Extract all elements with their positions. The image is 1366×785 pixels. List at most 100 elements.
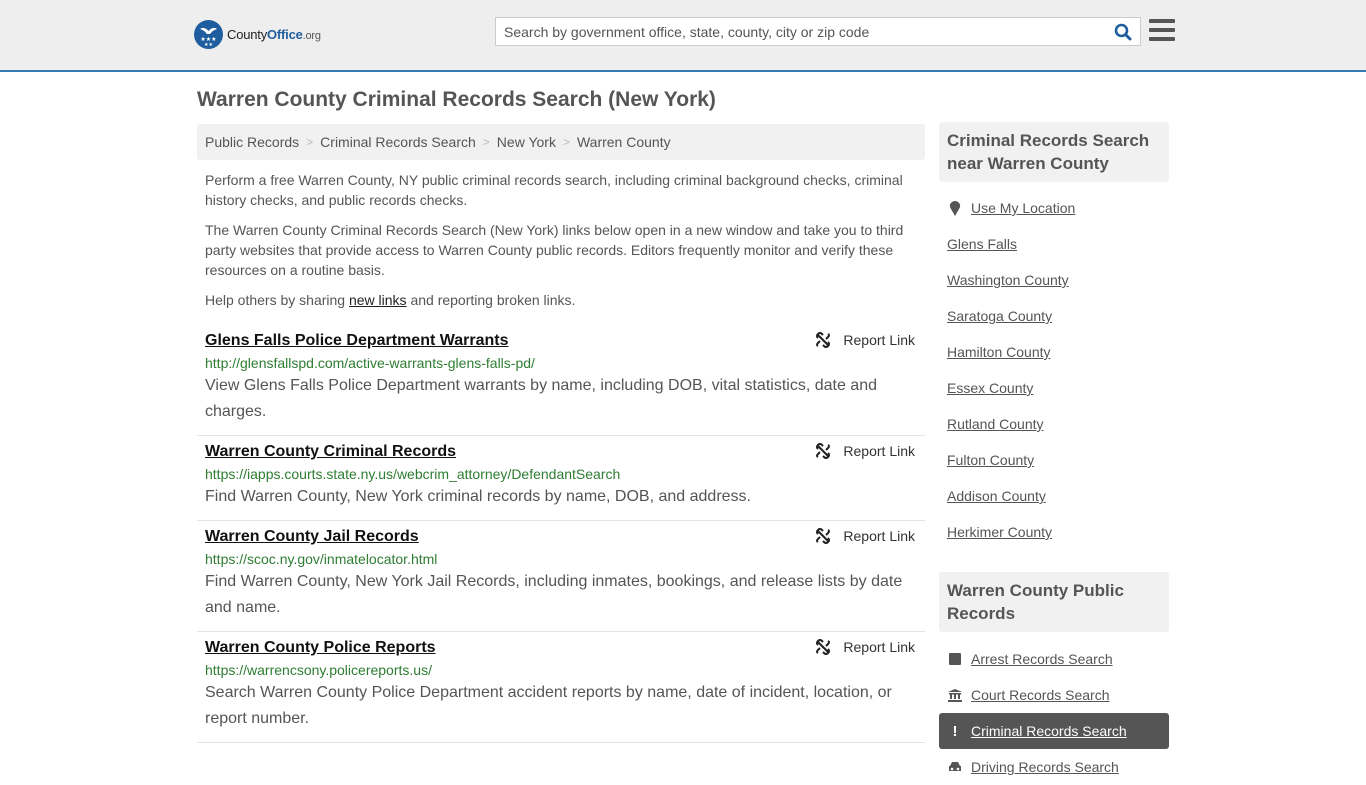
report-link-button[interactable]: Report Link xyxy=(815,443,915,459)
result-url: http://glensfallspd.com/active-warrants-… xyxy=(205,355,535,371)
map-pin-icon xyxy=(947,200,963,216)
nearby-link-essex-county[interactable]: Essex County xyxy=(947,380,1033,396)
search-bar xyxy=(495,17,1141,46)
broken-link-icon xyxy=(816,528,831,544)
menu-bar xyxy=(1149,37,1175,41)
report-link-label: Report Link xyxy=(843,332,915,348)
menu-bar xyxy=(1149,19,1175,23)
results-list: Glens Falls Police Department Warrants R… xyxy=(197,325,925,743)
nearby-link-addison-county[interactable]: Addison County xyxy=(947,488,1046,504)
nearby-link-saratoga-county[interactable]: Saratoga County xyxy=(947,308,1052,324)
nearby-item[interactable]: Rutland County xyxy=(939,406,1169,442)
courthouse-icon xyxy=(947,688,963,702)
result-description: Find Warren County, New York Jail Record… xyxy=(205,573,903,616)
result-item: Warren County Criminal Records Report Li… xyxy=(197,436,925,521)
nearby-link-fulton-county[interactable]: Fulton County xyxy=(947,452,1034,468)
breadcrumb-new-york[interactable]: New York xyxy=(497,134,556,150)
sidebar-public-records-heading: Warren County Public Records xyxy=(939,572,1169,632)
menu-bar xyxy=(1149,28,1175,32)
intro-paragraph-3: Help others by sharing new links and rep… xyxy=(205,290,920,310)
nearby-item[interactable]: Washington County xyxy=(939,262,1169,298)
nearby-link-hamilton-county[interactable]: Hamilton County xyxy=(947,344,1051,360)
result-item: Warren County Jail Records Report Link h… xyxy=(197,521,925,632)
criminal-records-link[interactable]: Criminal Records Search xyxy=(971,723,1127,739)
report-link-button[interactable]: Report Link xyxy=(815,528,915,544)
logo-text-county: County xyxy=(227,27,267,42)
search-button[interactable] xyxy=(1106,18,1140,45)
hamburger-menu-icon[interactable] xyxy=(1149,19,1175,41)
result-url: https://warrencsony.policereports.us/ xyxy=(205,662,432,678)
breadcrumb-criminal-records-search[interactable]: Criminal Records Search xyxy=(320,134,476,150)
report-link-label: Report Link xyxy=(843,639,915,655)
breadcrumb-separator: > xyxy=(562,135,570,149)
arrest-records-link[interactable]: Arrest Records Search xyxy=(971,651,1113,667)
nearby-item[interactable]: Saratoga County xyxy=(939,298,1169,334)
broken-link-icon xyxy=(816,639,831,655)
sidebar-nearby-heading: Criminal Records Search near Warren Coun… xyxy=(939,122,1169,182)
intro-text: Perform a free Warren County, NY public … xyxy=(205,170,920,320)
eagle-stars-logo-icon: ★★★ ★★ xyxy=(194,20,223,49)
search-input[interactable] xyxy=(496,18,1106,45)
report-link-label: Report Link xyxy=(843,443,915,459)
site-header: ★★★ ★★ CountyOffice.org xyxy=(0,0,1366,72)
nearby-item[interactable]: Herkimer County xyxy=(939,514,1169,550)
sidebar-nearby: Criminal Records Search near Warren Coun… xyxy=(939,122,1169,550)
result-title-link[interactable]: Warren County Police Reports xyxy=(205,638,436,658)
use-my-location-link[interactable]: Use My Location xyxy=(971,200,1075,216)
breadcrumb-separator: > xyxy=(482,135,490,149)
nearby-link-herkimer-county[interactable]: Herkimer County xyxy=(947,524,1052,540)
result-description: Find Warren County, New York criminal re… xyxy=(205,488,751,505)
logo-text-office: Office xyxy=(267,27,303,42)
result-item: Warren County Police Reports Report Link… xyxy=(197,632,925,743)
intro-text-part: and reporting broken links. xyxy=(406,292,576,308)
square-icon xyxy=(947,653,963,665)
intro-text-part: Help others by sharing xyxy=(205,292,349,308)
page-title: Warren County Criminal Records Search (N… xyxy=(197,88,716,111)
logo-wordmark: CountyOffice.org xyxy=(227,27,321,42)
nearby-item[interactable]: Glens Falls xyxy=(939,226,1169,262)
nearby-link-washington-county[interactable]: Washington County xyxy=(947,272,1069,288)
site-logo[interactable]: ★★★ ★★ CountyOffice.org xyxy=(194,20,321,49)
use-my-location-item[interactable]: Use My Location xyxy=(939,190,1169,226)
exclamation-icon: ! xyxy=(952,722,958,740)
result-description: Search Warren County Police Department a… xyxy=(205,684,892,727)
nearby-item[interactable]: Essex County xyxy=(939,370,1169,406)
nearby-item[interactable]: Addison County xyxy=(939,478,1169,514)
breadcrumb-warren-county[interactable]: Warren County xyxy=(577,134,671,150)
report-link-button[interactable]: Report Link xyxy=(815,332,915,348)
result-title-link[interactable]: Glens Falls Police Department Warrants xyxy=(205,331,509,351)
nearby-item[interactable]: Hamilton County xyxy=(939,334,1169,370)
driving-records-link[interactable]: Driving Records Search xyxy=(971,759,1119,775)
result-url: https://iapps.courts.state.ny.us/webcrim… xyxy=(205,466,621,482)
breadcrumb: Public Records > Criminal Records Search… xyxy=(197,124,925,160)
nearby-item[interactable]: Fulton County xyxy=(939,442,1169,478)
result-url: https://scoc.ny.gov/inmatelocator.html xyxy=(205,551,438,567)
nearby-list: Use My Location Glens Falls Washington C… xyxy=(939,190,1169,550)
result-item: Glens Falls Police Department Warrants R… xyxy=(197,325,925,436)
public-records-item-court[interactable]: Court Records Search xyxy=(939,677,1169,713)
intro-paragraph-1: Perform a free Warren County, NY public … xyxy=(205,172,903,208)
public-records-item-driving[interactable]: Driving Records Search xyxy=(939,749,1169,785)
logo-text-org: .org xyxy=(302,30,321,42)
report-link-label: Report Link xyxy=(843,528,915,544)
intro-paragraph-2: The Warren County Criminal Records Searc… xyxy=(205,222,904,278)
broken-link-icon xyxy=(816,332,831,348)
public-records-list: Arrest Records Search Court Records Sear… xyxy=(939,641,1169,785)
nearby-link-rutland-county[interactable]: Rutland County xyxy=(947,416,1044,432)
result-title-link[interactable]: Warren County Jail Records xyxy=(205,527,419,547)
broken-link-icon xyxy=(816,443,831,459)
public-records-item-criminal-active[interactable]: ! Criminal Records Search xyxy=(939,713,1169,749)
svg-text:★★: ★★ xyxy=(204,42,213,48)
nearby-link-glens-falls[interactable]: Glens Falls xyxy=(947,236,1017,252)
new-links-link[interactable]: new links xyxy=(349,292,407,308)
result-title-link[interactable]: Warren County Criminal Records xyxy=(205,442,456,462)
car-icon xyxy=(947,761,963,773)
result-description: View Glens Falls Police Department warra… xyxy=(205,377,877,420)
breadcrumb-separator: > xyxy=(306,135,314,149)
search-icon xyxy=(1114,23,1132,40)
sidebar-public-records: Warren County Public Records Arrest Reco… xyxy=(939,572,1169,785)
breadcrumb-public-records[interactable]: Public Records xyxy=(205,134,299,150)
report-link-button[interactable]: Report Link xyxy=(815,639,915,655)
public-records-item-arrest[interactable]: Arrest Records Search xyxy=(939,641,1169,677)
court-records-link[interactable]: Court Records Search xyxy=(971,687,1110,703)
